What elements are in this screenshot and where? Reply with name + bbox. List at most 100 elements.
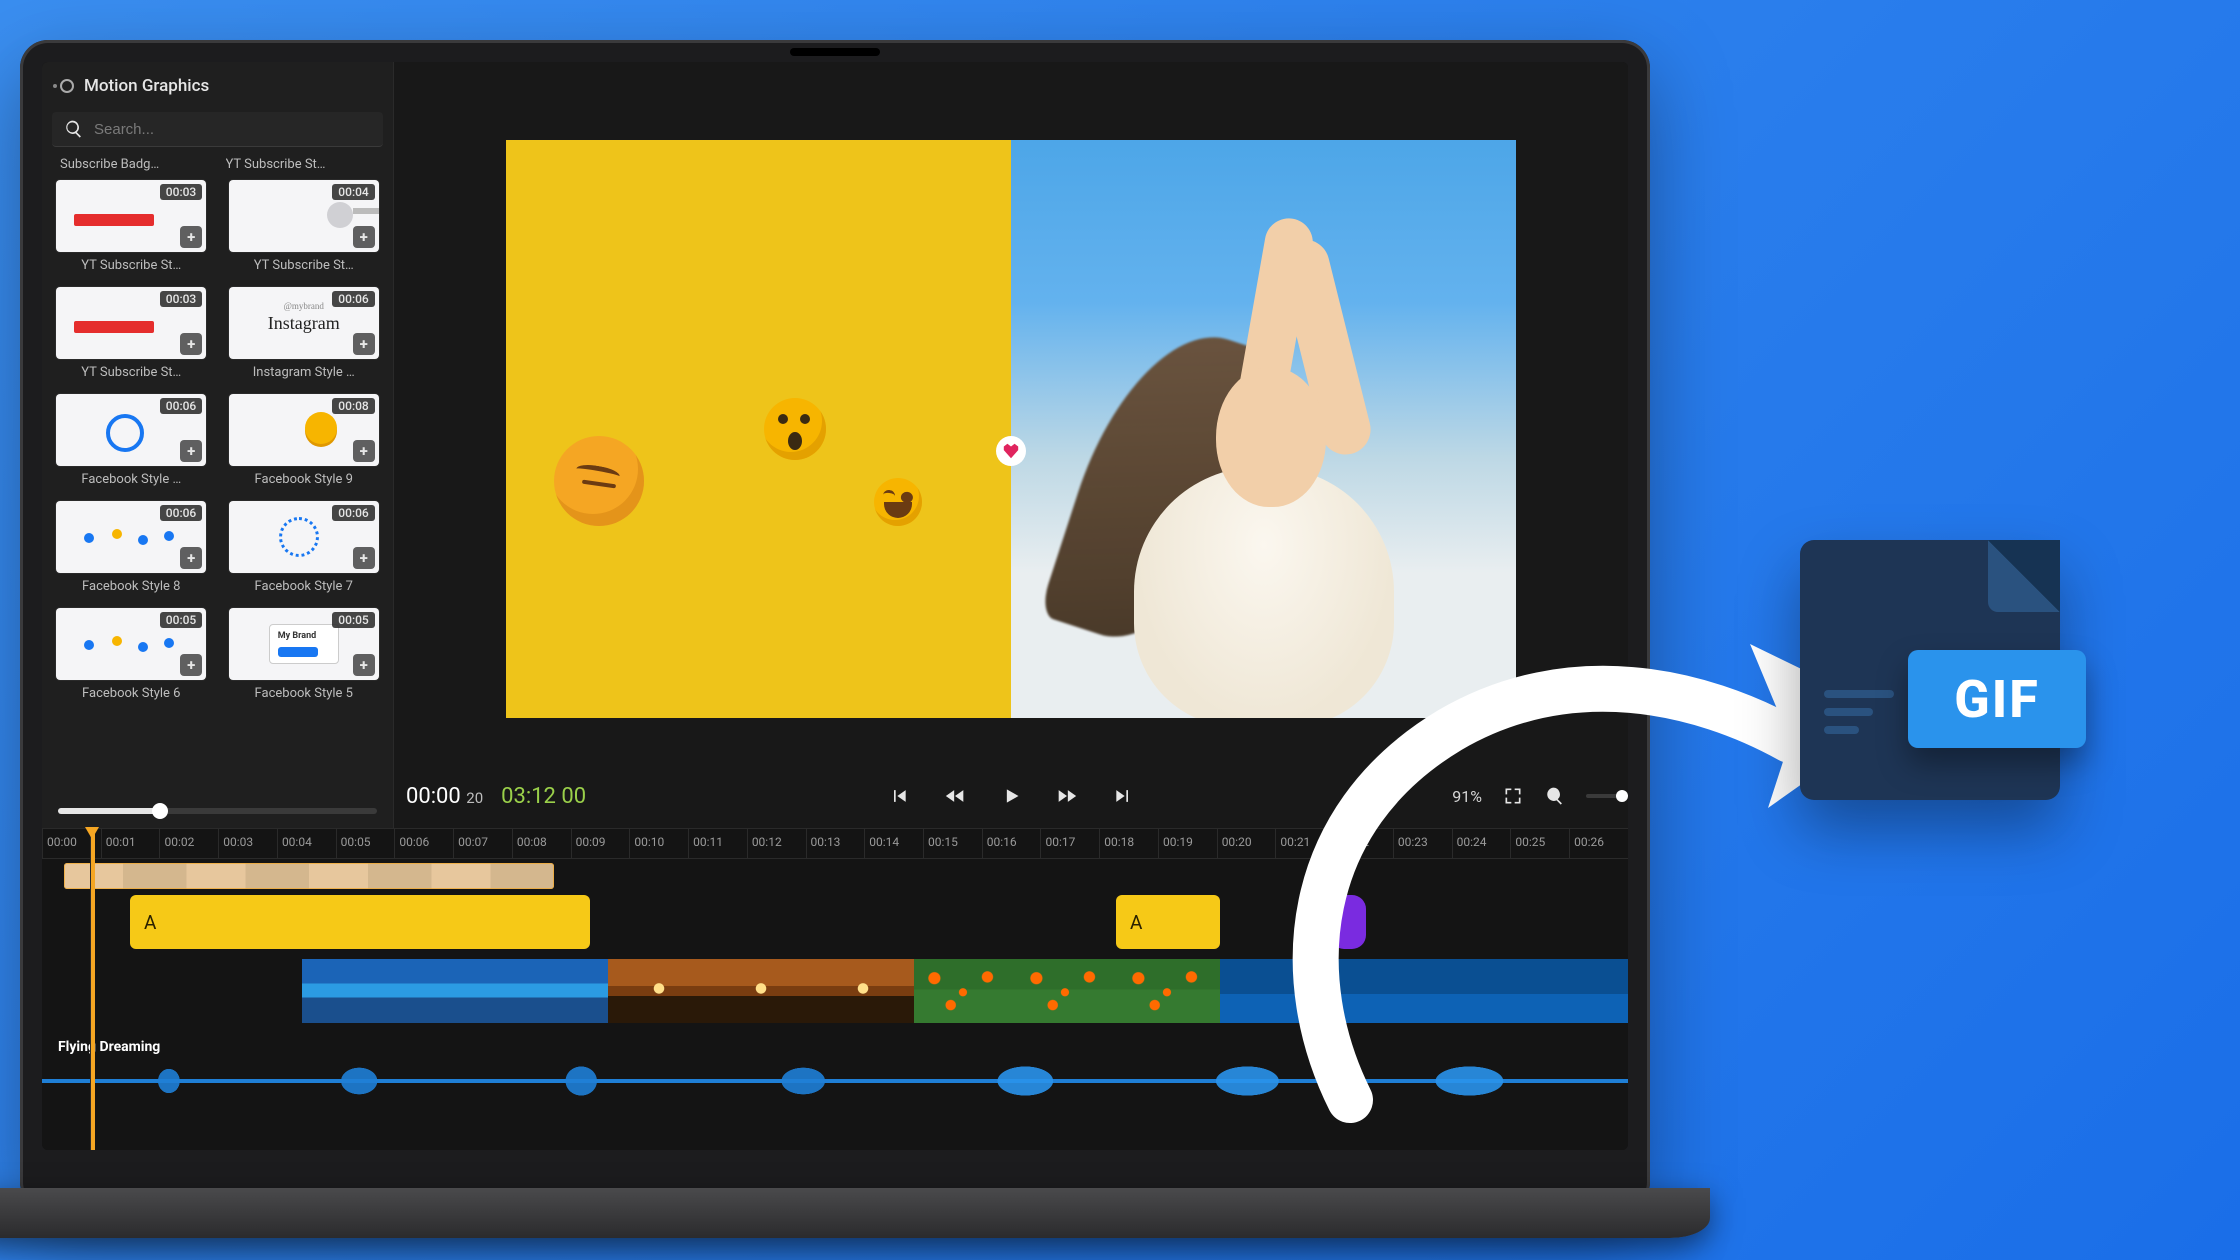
asset-item[interactable]: 00:06+Facebook Style 8 — [54, 501, 209, 594]
ruler-tick[interactable]: 00:23 — [1393, 829, 1452, 858]
ruler-tick[interactable]: 00:10 — [629, 829, 688, 858]
timeline-tracks: A A Fly — [42, 859, 1628, 1150]
zoom-out-button[interactable] — [1544, 785, 1566, 807]
timeline-thumbnail-clip[interactable] — [64, 863, 554, 889]
asset-label: Facebook Style … — [81, 472, 181, 487]
rewind-button[interactable] — [944, 785, 966, 807]
asset-add-button[interactable]: + — [180, 654, 202, 676]
asset-item[interactable]: Instagram00:06+ Instagram Style … — [227, 287, 382, 380]
asset-item[interactable]: 00:08+Facebook Style 9 — [227, 394, 382, 487]
ruler-tick[interactable]: 00:17 — [1040, 829, 1099, 858]
play-button[interactable] — [1000, 785, 1022, 807]
asset-item[interactable]: 00:03+YT Subscribe St… — [54, 287, 209, 380]
ruler-tick[interactable]: 00:21 — [1275, 829, 1334, 858]
asset-add-button[interactable]: + — [353, 654, 375, 676]
ruler-tick[interactable]: 00:20 — [1217, 829, 1276, 858]
ruler-tick[interactable]: 00:09 — [571, 829, 630, 858]
ruler-tick[interactable]: 00:06 — [394, 829, 453, 858]
go-start-button[interactable] — [888, 785, 910, 807]
timeline-overlay-a1[interactable]: A — [130, 895, 590, 949]
timeline-track-thumbnails[interactable] — [42, 863, 1628, 889]
asset-item[interactable]: 00:06+Facebook Style 7 — [227, 501, 382, 594]
ruler-tick[interactable]: 00:02 — [159, 829, 218, 858]
timeline-overlay-a2[interactable]: A — [1116, 895, 1220, 949]
ruler-tick[interactable]: 00:04 — [277, 829, 336, 858]
timeline-ruler[interactable]: 00:0000:0100:0200:0300:0400:0500:0600:07… — [42, 829, 1628, 859]
sidebar-asset-grid: 00:03+YT Subscribe St…00:04+YT Subscribe… — [54, 180, 381, 701]
video-editor-app: Motion Graphics Subscribe Badg… YT Subsc… — [42, 62, 1628, 1150]
asset-thumbnail[interactable]: 00:04 + — [229, 180, 379, 252]
timeline-video-clip[interactable] — [302, 959, 1628, 1023]
timeline-track-video[interactable] — [42, 959, 1628, 1023]
sidebar-zoom-slider[interactable] — [58, 808, 377, 814]
asset-add-button[interactable]: + — [353, 226, 375, 248]
ruler-tick[interactable]: 00:19 — [1158, 829, 1217, 858]
ruler-tick[interactable]: 00:14 — [864, 829, 923, 858]
asset-thumbnail[interactable]: 00:03 + — [56, 287, 206, 359]
preview-zoom-slider[interactable] — [1586, 794, 1622, 798]
asset-thumbnail[interactable]: 00:05+ — [56, 608, 206, 680]
ruler-tick[interactable]: 00:07 — [453, 829, 512, 858]
ruler-tick[interactable]: 00:18 — [1099, 829, 1158, 858]
zoom-percent-label: 91% — [1452, 787, 1482, 806]
forward-button[interactable] — [1056, 785, 1078, 807]
asset-add-button[interactable]: + — [180, 333, 202, 355]
timeline: 00:0000:0100:0200:0300:0400:0500:0600:07… — [42, 828, 1628, 1150]
asset-add-button[interactable]: + — [180, 226, 202, 248]
sidebar-search[interactable] — [52, 112, 383, 147]
asset-thumbnail[interactable]: Instagram00:06+ — [229, 287, 379, 359]
asset-label: Instagram Style … — [253, 365, 355, 380]
timeline-overlay-purple[interactable] — [1330, 895, 1366, 949]
ruler-tick[interactable]: 00:25 — [1510, 829, 1569, 858]
emoji-angry — [554, 436, 644, 526]
asset-thumbnail[interactable]: 00:05+ — [229, 608, 379, 680]
asset-thumbnail[interactable]: 00:06+ — [229, 501, 379, 573]
fullscreen-button[interactable] — [1502, 785, 1524, 807]
asset-item[interactable]: 00:05+Facebook Style 6 — [54, 608, 209, 701]
playback-controls-bar: 00:00 20 03:12 00 — [394, 764, 1628, 828]
asset-add-button[interactable]: + — [180, 440, 202, 462]
asset-thumbnail[interactable]: 00:06+ — [56, 394, 206, 466]
ruler-tick[interactable]: 00:08 — [512, 829, 571, 858]
asset-add-button[interactable]: + — [353, 333, 375, 355]
ruler-tick[interactable]: 00:22 — [1334, 829, 1393, 858]
preview-yellow-panel — [506, 140, 1011, 718]
asset-thumbnail[interactable]: 00:03 + — [56, 180, 206, 252]
asset-thumbnail[interactable]: 00:06+ — [56, 501, 206, 573]
timeline-track-audio[interactable]: Flying Dreaming — [42, 1033, 1628, 1109]
asset-duration-badge: 00:03 — [160, 291, 202, 307]
preview-canvas-wrap — [394, 62, 1628, 764]
asset-item[interactable]: 00:05+ Facebook Style 5 — [227, 608, 382, 701]
ruler-tick[interactable]: 00:12 — [747, 829, 806, 858]
asset-item[interactable]: 00:03+YT Subscribe St… — [54, 180, 209, 273]
timeline-playhead[interactable] — [90, 829, 95, 1150]
transport-buttons — [888, 785, 1134, 807]
ruler-tick[interactable]: 00:26 — [1569, 829, 1628, 858]
ruler-tick[interactable]: 00:03 — [218, 829, 277, 858]
ruler-tick[interactable]: 00:24 — [1452, 829, 1511, 858]
asset-item[interactable]: 00:06+ Facebook Style … — [54, 394, 209, 487]
asset-item[interactable]: 00:04+YT Subscribe St… — [227, 180, 382, 273]
asset-thumbnail[interactable]: 00:08+ — [229, 394, 379, 466]
ruler-tick[interactable]: 00:05 — [336, 829, 395, 858]
asset-add-button[interactable]: + — [353, 547, 375, 569]
timeline-track-overlays[interactable]: A A — [42, 895, 1628, 949]
asset-label: Facebook Style 5 — [255, 686, 353, 701]
current-timecode: 00:00 20 — [406, 784, 483, 809]
audio-waveform[interactable] — [42, 1057, 1628, 1105]
go-end-button[interactable] — [1112, 785, 1134, 807]
ruler-tick[interactable]: 00:13 — [806, 829, 865, 858]
laptop-camera-notch — [790, 48, 880, 56]
ruler-tick[interactable]: 00:16 — [982, 829, 1041, 858]
asset-duration-badge: 00:03 — [160, 184, 202, 200]
ruler-tick[interactable]: 00:01 — [101, 829, 160, 858]
asset-add-button[interactable]: + — [353, 440, 375, 462]
asset-add-button[interactable]: + — [180, 547, 202, 569]
preview-canvas[interactable] — [506, 140, 1516, 718]
search-input[interactable] — [94, 121, 371, 138]
asset-duration-badge: 00:04 — [332, 184, 374, 200]
sidebar-zoom-knob[interactable] — [152, 803, 168, 819]
ruler-tick[interactable]: 00:15 — [923, 829, 982, 858]
ruler-tick[interactable]: 00:11 — [688, 829, 747, 858]
sidebar-asset-grid-wrap: Subscribe Badg… YT Subscribe St… 00:03+Y… — [42, 155, 393, 798]
